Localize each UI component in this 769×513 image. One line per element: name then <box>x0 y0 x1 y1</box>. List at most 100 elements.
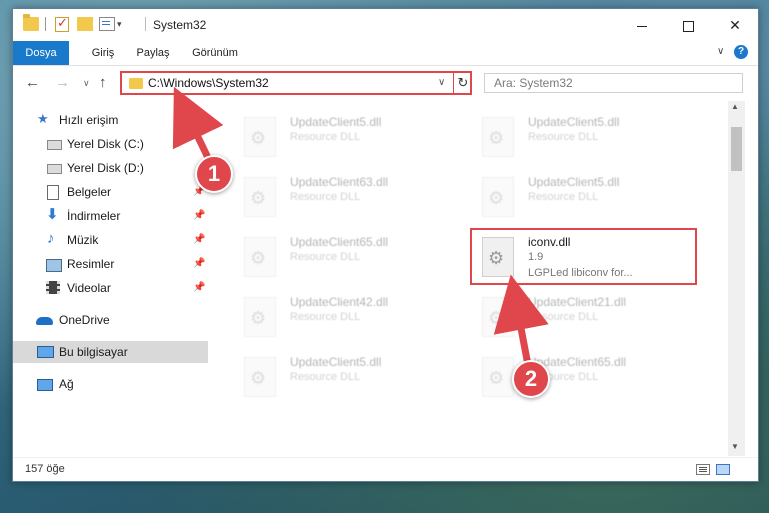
list-item[interactable]: UpdateClient65.dll Resource DLL <box>464 349 694 405</box>
sidebar-item-music[interactable]: ♪ Müzik 📌 <box>13 229 208 251</box>
drive-icon <box>47 140 62 150</box>
sidebar-item-downloads[interactable]: ⬇ İndirmeler 📌 <box>13 205 208 227</box>
list-item[interactable]: UpdateClient42.dll Resource DLL <box>226 289 456 345</box>
details-view-icon[interactable] <box>696 464 710 475</box>
file-description: Resource DLL <box>290 371 361 383</box>
sidebar-item-label: Belgeler <box>67 185 112 199</box>
item-count: 157 öğe <box>25 463 65 475</box>
pin-icon[interactable]: 📌 <box>193 277 205 299</box>
pin-icon[interactable]: 📌 <box>193 205 205 227</box>
file-description: Resource DLL <box>290 131 361 143</box>
file-description: Resource DLL <box>528 191 599 203</box>
file-description: Resource DLL <box>528 131 599 143</box>
address-dropdown-icon[interactable]: ∨ <box>438 77 445 88</box>
list-item[interactable]: UpdateClient5.dll Resource DLL <box>464 169 694 225</box>
file-name: UpdateClient21.dll <box>528 295 627 309</box>
navigation-pane: ★ Hızlı erişim Yerel Disk (C:) Yerel Dis… <box>13 101 210 456</box>
minimize-icon <box>637 25 647 27</box>
scroll-thumb[interactable] <box>731 127 742 171</box>
address-bar[interactable]: C:\Windows\System32 ∨ ↻ <box>120 71 472 95</box>
quick-access-divider <box>45 17 46 31</box>
dll-file-icon <box>244 117 276 157</box>
file-name: UpdateClient42.dll <box>290 295 389 309</box>
list-item[interactable]: UpdateClient21.dll Resource DLL <box>464 289 694 345</box>
sidebar-item-pictures[interactable]: Resimler 📌 <box>13 253 208 275</box>
sidebar-item-this-pc[interactable]: Bu bilgisayar <box>13 341 208 363</box>
expand-ribbon-icon[interactable]: ∨ <box>717 46 724 57</box>
sidebar-item-quick-access[interactable]: ★ Hızlı erişim <box>13 109 208 131</box>
refresh-button[interactable]: ↻ <box>453 71 472 95</box>
list-item[interactable]: UpdateClient63.dll Resource DLL <box>226 169 456 225</box>
sidebar-item-label: İndirmeler <box>67 209 121 223</box>
sidebar-item-label: Videolar <box>67 281 111 295</box>
ribbon: Dosya Giriş Paylaş Görünüm ∨ ? <box>13 41 758 66</box>
music-icon: ♪ <box>47 230 55 247</box>
scroll-down-icon[interactable]: ▼ <box>731 442 739 451</box>
file-name: UpdateClient5.dll <box>290 115 382 129</box>
refresh-icon: ↻ <box>457 75 469 90</box>
explorer-window: ▾ System32 ✕ Dosya Giriş Paylaş Görünüm … <box>12 8 759 482</box>
step-badge-1: 1 <box>195 155 233 193</box>
download-icon: ⬇ <box>46 206 59 223</box>
vertical-scrollbar[interactable]: ▲ ▼ <box>728 101 745 456</box>
sidebar-item-documents[interactable]: Belgeler 📌 <box>13 181 208 203</box>
recent-locations-icon[interactable]: ∨ <box>83 78 90 89</box>
new-folder-icon[interactable] <box>77 17 93 31</box>
dll-file-icon <box>482 177 514 217</box>
search-input[interactable] <box>485 74 714 92</box>
sidebar-item-local-disk-c[interactable]: Yerel Disk (C:) <box>13 133 208 155</box>
scroll-up-icon[interactable]: ▲ <box>731 102 739 111</box>
help-icon[interactable]: ? <box>734 45 748 59</box>
file-name: UpdateClient65.dll <box>290 235 389 249</box>
sidebar-item-label: Ağ <box>59 377 74 391</box>
file-name: UpdateClient5.dll <box>528 175 620 189</box>
list-item[interactable]: UpdateClient5.dll Resource DLL <box>226 349 456 405</box>
maximize-icon <box>682 20 694 32</box>
close-button[interactable]: ✕ <box>712 9 758 41</box>
close-icon: ✕ <box>729 17 741 33</box>
sidebar-item-label: Resimler <box>67 257 115 271</box>
step-badge-2: 2 <box>512 360 550 398</box>
dll-file-icon <box>482 117 514 157</box>
cloud-icon <box>36 317 53 325</box>
pin-icon[interactable]: 📌 <box>193 253 205 275</box>
sidebar-item-videos[interactable]: Videolar 📌 <box>13 277 208 299</box>
tab-view[interactable]: Görünüm <box>185 41 245 65</box>
file-name: UpdateClient5.dll <box>528 115 620 129</box>
large-icons-view-icon[interactable] <box>716 464 730 475</box>
navigation-bar: ← → ∨ ↑ C:\Windows\System32 ∨ ↻ <box>13 66 758 100</box>
documents-icon <box>47 185 59 200</box>
minimize-button[interactable] <box>619 9 665 41</box>
search-box[interactable] <box>484 73 743 93</box>
list-item[interactable]: UpdateClient5.dll Resource DLL <box>464 109 694 165</box>
dll-file-icon <box>244 177 276 217</box>
dll-file-icon <box>244 237 276 277</box>
list-item[interactable]: UpdateClient65.dll Resource DLL <box>226 229 456 285</box>
sidebar-item-local-disk-d[interactable]: Yerel Disk (D:) <box>13 157 208 179</box>
rename-icon[interactable] <box>99 17 115 31</box>
sidebar-item-label: Yerel Disk (C:) <box>67 137 144 151</box>
tab-share[interactable]: Paylaş <box>131 41 175 65</box>
back-arrow-icon[interactable]: ← <box>25 74 40 91</box>
forward-arrow-icon[interactable]: → <box>55 74 70 91</box>
sidebar-item-onedrive[interactable]: OneDrive <box>13 309 208 331</box>
chevron-down-icon[interactable]: ▾ <box>117 19 122 30</box>
maximize-button[interactable] <box>665 9 711 41</box>
sidebar-item-label: OneDrive <box>59 313 110 327</box>
network-icon <box>37 379 53 391</box>
star-icon: ★ <box>37 111 49 126</box>
dll-file-icon <box>244 357 276 397</box>
sidebar-item-label: Bu bilgisayar <box>59 345 128 359</box>
tab-home[interactable]: Giriş <box>83 41 123 65</box>
sidebar-item-label: Hızlı erişim <box>59 113 119 127</box>
file-description: Resource DLL <box>290 311 361 323</box>
sidebar-item-network[interactable]: Ağ <box>13 373 208 395</box>
list-item[interactable]: UpdateClient5.dll Resource DLL <box>226 109 456 165</box>
properties-check-icon[interactable] <box>55 15 69 32</box>
folder-icon <box>129 78 143 89</box>
up-arrow-icon[interactable]: ↑ <box>99 74 107 91</box>
sidebar-item-label: Yerel Disk (D:) <box>67 161 144 175</box>
pin-icon[interactable]: 📌 <box>193 229 205 251</box>
address-path[interactable]: C:\Windows\System32 <box>148 76 269 90</box>
tab-file[interactable]: Dosya <box>13 41 69 65</box>
